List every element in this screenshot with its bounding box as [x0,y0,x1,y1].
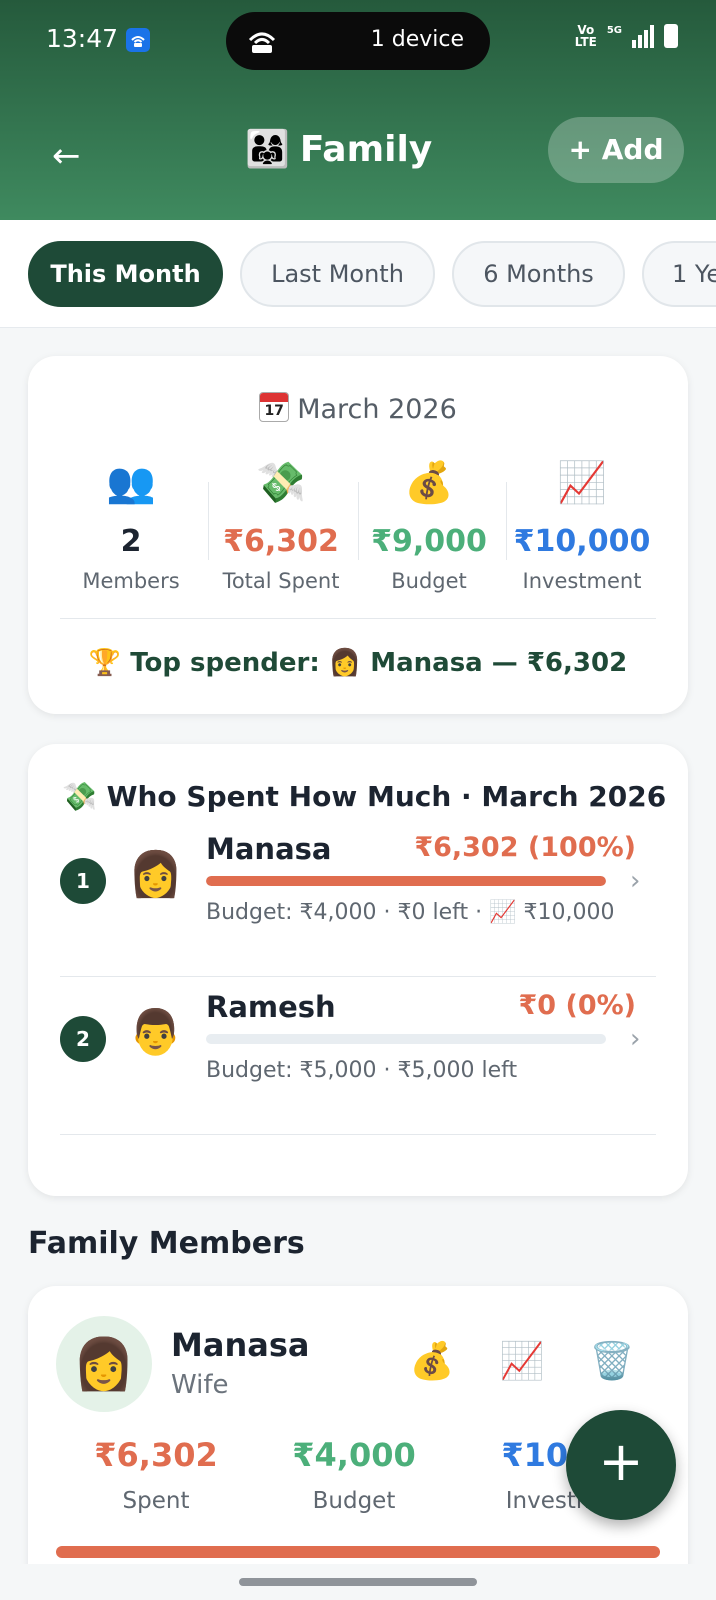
family-emoji-icon: 👨‍👩‍👧 [245,129,290,170]
add-expense-fab[interactable]: + [566,1410,676,1520]
status-indicators: Vo LTE 5G [575,24,678,48]
section-heading: Family Members [28,1226,305,1261]
stat-spent-label: Total Spent [222,569,340,593]
summary-card: 17 March 2026 👥 2 Members 💸 ₹6,302 Total … [28,356,688,714]
network-type: 5G [606,24,622,36]
stat-members-value: 2 [120,524,142,559]
period-tabs: This Month Last Month 6 Months 1 Ye [0,220,716,328]
spend-bar-fill [206,876,606,886]
tab-1-year[interactable]: 1 Ye [642,241,716,307]
stat-total-spent: 💸 ₹6,302 Total Spent [206,456,356,593]
member-stat-spent: ₹6,302 Spent [56,1436,256,1514]
status-time: 13:47 [46,24,119,53]
stat-investment-value: ₹10,000 [513,524,651,559]
stat-budget: 💰 ₹9,000 Budget [354,456,504,593]
stat-members: 👥 2 Members [56,456,206,593]
back-arrow-icon[interactable]: ← [52,136,92,176]
status-bar: 13:47 1 device Vo LTE 5G [0,0,716,82]
spender-budget-info: Budget: ₹5,000 · ₹5,000 left [206,1058,518,1083]
set-budget-icon[interactable]: 💰 [408,1338,456,1386]
who-spent-title: 💸 Who Spent How Much · March 2026 [62,780,667,813]
member-spent-value: ₹6,302 [94,1436,218,1474]
divider [60,976,656,977]
rank-badge: 1 [60,858,106,904]
member-spent-label: Spent [122,1488,190,1514]
member-avatar: 👩 [56,1316,152,1412]
stat-spent-value: ₹6,302 [223,524,339,559]
spender-amount: ₹6,302 (100%) [414,832,636,863]
signal-icon [632,24,654,48]
member-stat-budget: ₹4,000 Budget [254,1436,454,1514]
hotspot-icon [248,32,276,53]
stat-members-label: Members [82,569,180,593]
money-wings-icon: 💸 [256,460,306,506]
stat-investment: 📈 ₹10,000 Investment [502,456,662,593]
member-spend-bar [56,1546,660,1558]
volte-icon: Vo LTE [574,23,597,49]
chevron-right-icon: › [630,1024,641,1054]
battery-icon [664,24,678,48]
add-member-button[interactable]: + Add [548,117,684,183]
hotspot-app-icon [126,28,150,52]
tab-last-month[interactable]: Last Month [240,241,435,307]
spender-budget-info: Budget: ₹4,000 · ₹0 left · 📈 ₹10,000 [206,900,615,925]
home-indicator[interactable] [239,1578,477,1586]
member-budget-label: Budget [312,1488,396,1514]
avatar: 👨 [128,1007,183,1058]
spend-bar [206,1034,606,1044]
top-spender: 🏆 Top spender: 👩 Manasa — ₹6,302 [88,648,628,678]
rank-badge: 2 [60,1016,106,1062]
stat-budget-value: ₹9,000 [371,524,487,559]
tab-this-month[interactable]: This Month [28,241,223,307]
page-title: 👨‍👩‍👧 Family [245,128,433,171]
calendar-icon: 17 [259,392,290,422]
divider [60,1134,656,1135]
avatar: 👩 [128,849,183,900]
app-header: 13:47 1 device Vo LTE 5G ← 👨‍👩‍👧 Family +… [0,0,716,220]
who-spent-card: 💸 Who Spent How Much · March 2026 1 👩 Ma… [28,744,688,1196]
member-role: Wife [171,1370,229,1400]
member-budget-value: ₹4,000 [292,1436,416,1474]
chevron-right-icon: › [630,866,641,896]
divider [60,618,656,619]
summary-period: 17 March 2026 [28,392,688,425]
spender-name: Ramesh [206,990,336,1024]
members-icon: 👥 [106,460,156,506]
stat-investment-label: Investment [522,569,642,593]
member-name: Manasa [171,1326,310,1364]
delete-icon[interactable]: 🗑️ [588,1338,636,1386]
spender-amount: ₹0 (0%) [518,990,637,1021]
tab-6-months[interactable]: 6 Months [452,241,625,307]
hotspot-pill[interactable]: 1 device [226,12,490,70]
investment-icon[interactable]: 📈 [498,1338,546,1386]
chart-up-icon: 📈 [557,460,607,506]
page-title-text: Family [299,128,433,170]
hotspot-device-count: 1 device [370,27,464,52]
spend-bar [206,876,606,886]
spender-name: Manasa [206,832,332,866]
summary-period-text: March 2026 [297,394,457,425]
stat-budget-label: Budget [391,569,467,593]
money-bag-icon: 💰 [404,460,454,506]
